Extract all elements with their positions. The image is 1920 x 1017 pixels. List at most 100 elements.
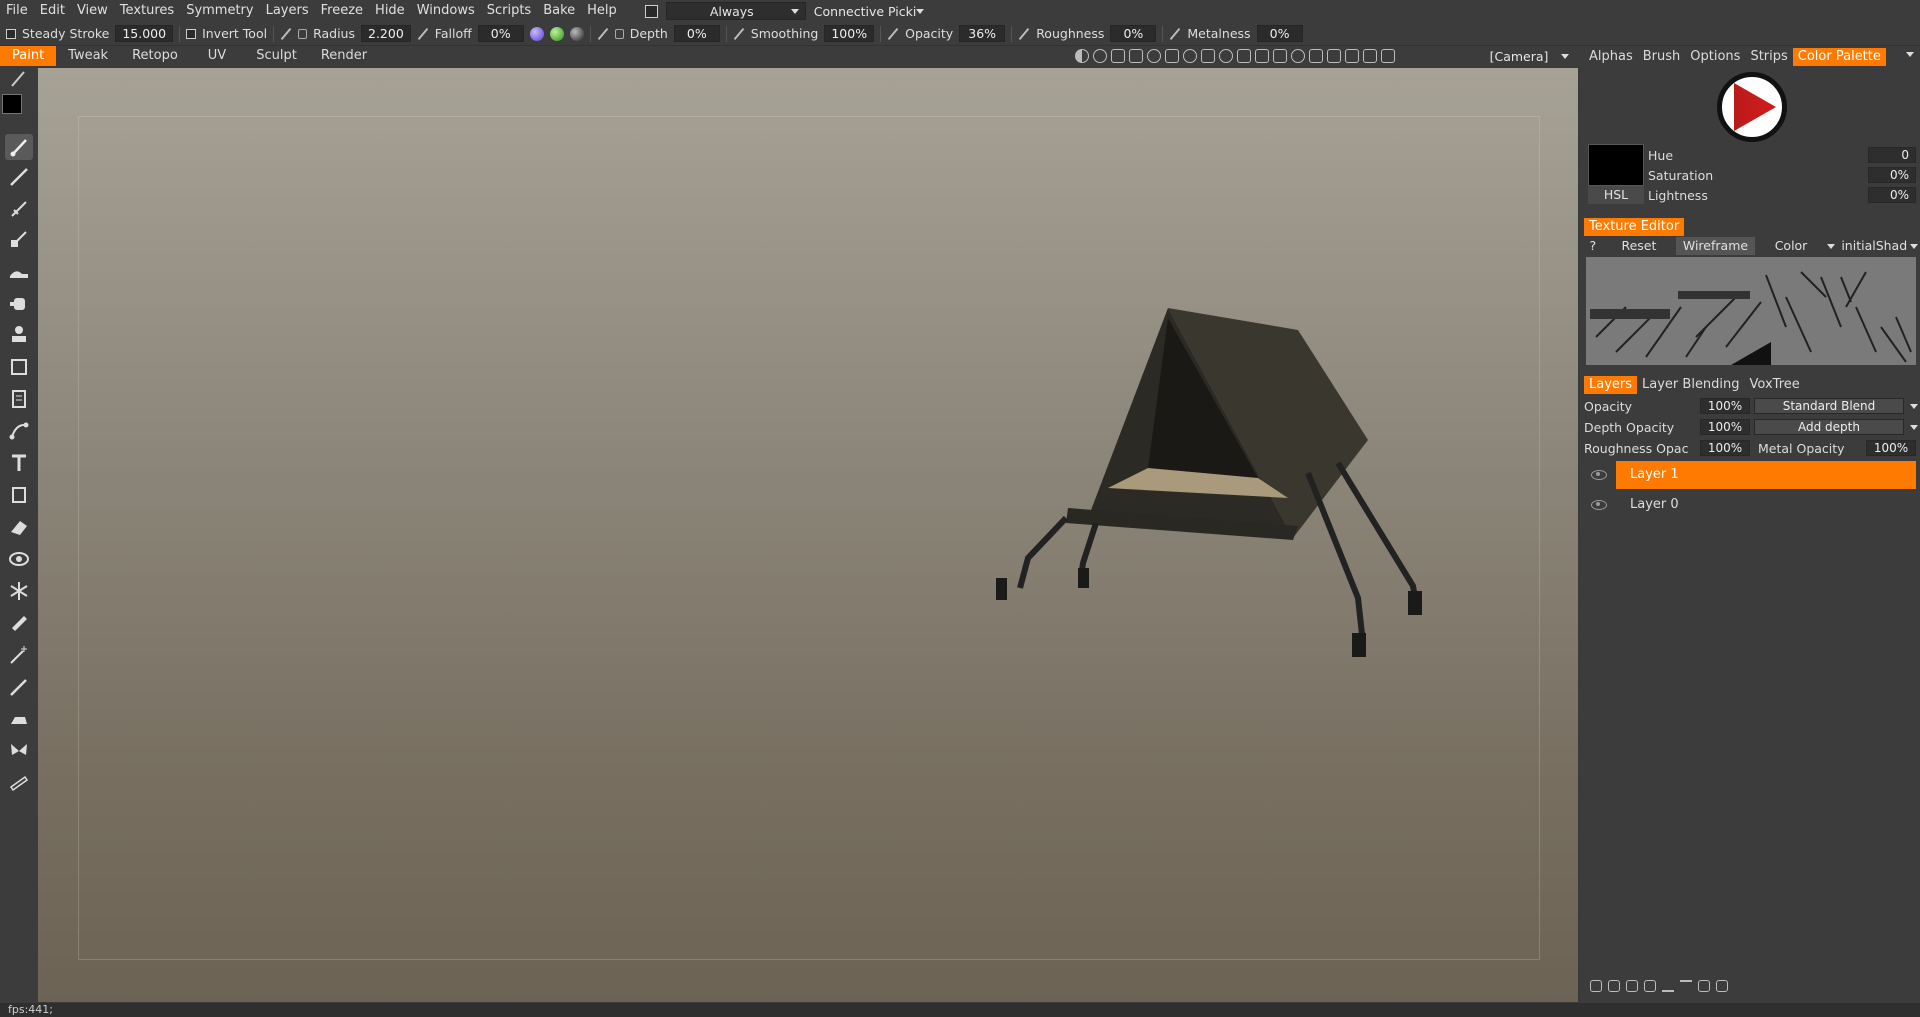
screen-icon[interactable] bbox=[1381, 49, 1395, 63]
current-color-swatch[interactable] bbox=[1588, 144, 1644, 186]
smudge-icon[interactable] bbox=[5, 226, 33, 252]
tab-brush[interactable]: Brush bbox=[1638, 48, 1686, 66]
lock-icon[interactable] bbox=[298, 28, 308, 39]
tab-render[interactable]: Render bbox=[309, 46, 379, 66]
eye-icon[interactable] bbox=[1590, 469, 1608, 481]
steady-stroke-input[interactable]: 15.000 bbox=[115, 25, 174, 42]
contrast-icon[interactable] bbox=[1075, 49, 1089, 63]
lightness-input[interactable]: 0% bbox=[1868, 187, 1916, 203]
menu-symmetry[interactable]: Symmetry bbox=[180, 0, 259, 22]
menu-edit[interactable]: Edit bbox=[34, 0, 71, 22]
menu-bake[interactable]: Bake bbox=[537, 0, 581, 22]
chevron-down-icon[interactable] bbox=[1910, 244, 1918, 249]
fov-icon[interactable] bbox=[1273, 49, 1287, 63]
tab-uv[interactable]: UV bbox=[190, 46, 244, 66]
grid-icon[interactable] bbox=[1327, 49, 1341, 63]
tab-tweak[interactable]: Tweak bbox=[56, 46, 120, 66]
menu-file[interactable]: File bbox=[0, 0, 34, 22]
chevron-down-icon[interactable] bbox=[1910, 424, 1918, 430]
iron-icon[interactable] bbox=[5, 706, 33, 732]
layer-row[interactable]: Layer 0 bbox=[1580, 491, 1920, 519]
new-layer-icon[interactable] bbox=[1590, 980, 1602, 992]
curve-icon[interactable] bbox=[5, 418, 33, 444]
rotate-icon[interactable] bbox=[1183, 49, 1197, 63]
no-icon[interactable] bbox=[1291, 49, 1305, 63]
camera-dropdown[interactable]: [Camera] bbox=[1473, 47, 1573, 65]
green-sphere-icon[interactable] bbox=[549, 26, 564, 41]
tab-texture-editor[interactable]: Texture Editor bbox=[1584, 218, 1685, 236]
lasso-icon[interactable] bbox=[5, 354, 33, 380]
menu-textures[interactable]: Textures bbox=[114, 0, 180, 22]
always-dropdown[interactable]: Always bbox=[665, 2, 806, 20]
roughness-input[interactable]: 0% bbox=[1110, 25, 1157, 42]
depth-input[interactable]: 0% bbox=[673, 25, 720, 42]
chevron-down-icon[interactable] bbox=[1910, 403, 1918, 409]
duplicate-icon[interactable] bbox=[1644, 980, 1656, 992]
layer-name[interactable]: Layer 1 bbox=[1616, 461, 1916, 489]
metal-opacity-input[interactable]: 100% bbox=[1866, 440, 1916, 456]
color-channel-dropdown[interactable]: Color bbox=[1756, 237, 1826, 255]
fit-icon[interactable] bbox=[1255, 49, 1269, 63]
smoothing-input[interactable]: 100% bbox=[824, 25, 875, 42]
spray-icon[interactable] bbox=[5, 290, 33, 316]
reset-button[interactable]: Reset bbox=[1603, 237, 1675, 255]
arrow-up-icon[interactable] bbox=[1662, 980, 1674, 992]
folder-icon[interactable] bbox=[1716, 980, 1728, 992]
wireframe-button[interactable]: Wireframe bbox=[1676, 237, 1755, 255]
arrow-down-icon[interactable] bbox=[1680, 980, 1692, 992]
radius-input[interactable]: 2.200 bbox=[361, 25, 411, 42]
color-triangle[interactable] bbox=[1722, 77, 1782, 137]
layer-row[interactable]: Layer 1 bbox=[1580, 461, 1920, 489]
menu-freeze[interactable]: Freeze bbox=[315, 0, 369, 22]
zoom-icon[interactable] bbox=[1219, 49, 1233, 63]
blend-mode-dropdown[interactable]: Standard Blend bbox=[1754, 398, 1904, 414]
falloff-input[interactable]: 0% bbox=[477, 25, 524, 42]
hsl-button[interactable]: HSL bbox=[1588, 186, 1644, 204]
shader-dropdown[interactable]: initialShad bbox=[1837, 237, 1908, 255]
menu-help[interactable]: Help bbox=[581, 0, 623, 22]
stamp-icon[interactable] bbox=[5, 322, 33, 348]
tab-voxtree[interactable]: VoxTree bbox=[1745, 376, 1805, 394]
tent-model[interactable] bbox=[38, 68, 1578, 1002]
text-tool-icon[interactable] bbox=[5, 450, 33, 476]
hue-input[interactable]: 0 bbox=[1868, 147, 1916, 163]
tab-retopo[interactable]: Retopo bbox=[120, 46, 190, 66]
butterfly-icon[interactable] bbox=[5, 738, 33, 764]
axis-icon[interactable] bbox=[1345, 49, 1359, 63]
chevron-down-icon[interactable] bbox=[1827, 244, 1836, 249]
tab-sculpt[interactable]: Sculpt bbox=[244, 46, 309, 66]
ruler-icon[interactable] bbox=[5, 770, 33, 796]
tab-layer-blending[interactable]: Layer Blending bbox=[1637, 376, 1745, 394]
layer-name[interactable]: Layer 0 bbox=[1616, 491, 1916, 519]
tab-paint[interactable]: Paint bbox=[0, 46, 57, 66]
tube-icon[interactable] bbox=[5, 610, 33, 636]
saturation-input[interactable]: 0% bbox=[1868, 167, 1916, 183]
drop-icon[interactable] bbox=[1147, 49, 1161, 63]
paint-brush-icon[interactable] bbox=[5, 134, 33, 160]
help-button[interactable]: ? bbox=[1584, 237, 1602, 255]
play-icon[interactable] bbox=[1237, 49, 1251, 63]
cube-icon[interactable] bbox=[1309, 49, 1323, 63]
tab-options[interactable]: Options bbox=[1685, 48, 1745, 66]
magic-wand-icon[interactable] bbox=[5, 642, 33, 668]
menu-windows[interactable]: Windows bbox=[411, 0, 481, 22]
primary-color-swatch[interactable] bbox=[2, 94, 22, 114]
layer-opacity-input[interactable]: 100% bbox=[1700, 398, 1750, 414]
tab-alphas[interactable]: Alphas bbox=[1584, 48, 1638, 66]
freeze-snowflake-icon[interactable] bbox=[5, 578, 33, 604]
metalness-input[interactable]: 0% bbox=[1256, 25, 1303, 42]
lock-icon[interactable] bbox=[614, 28, 624, 39]
fill-icon[interactable] bbox=[5, 482, 33, 508]
image-icon[interactable] bbox=[1111, 49, 1125, 63]
menu-layers[interactable]: Layers bbox=[260, 0, 315, 22]
depth-mode-dropdown[interactable]: Add depth bbox=[1754, 419, 1904, 435]
trash-icon[interactable] bbox=[1608, 980, 1620, 992]
menu-view[interactable]: View bbox=[71, 0, 114, 22]
airbrush-icon[interactable] bbox=[5, 196, 33, 222]
expand-icon[interactable] bbox=[1129, 49, 1143, 63]
gray-sphere-icon[interactable] bbox=[569, 26, 584, 41]
brush-pick-icon[interactable] bbox=[5, 70, 33, 88]
eye-icon[interactable] bbox=[1590, 499, 1608, 511]
fill-shape-icon[interactable] bbox=[5, 258, 33, 284]
material-sphere-icon[interactable] bbox=[529, 26, 544, 41]
